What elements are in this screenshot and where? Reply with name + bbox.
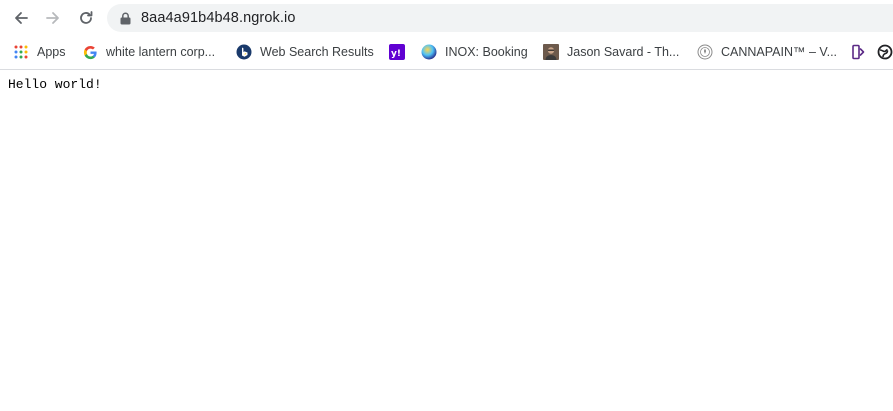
yahoo-icon: y! <box>389 44 405 60</box>
bookmark-label: INOX: Booking <box>445 45 528 59</box>
back-button[interactable] <box>7 4 35 32</box>
bookmark-label: white lantern corp... <box>106 45 216 59</box>
bookmark-apps[interactable]: Apps <box>13 41 66 63</box>
cannapain-icon <box>697 44 713 60</box>
bookmark-white-lantern[interactable]: white lantern corp... <box>82 41 215 63</box>
bookmark-inox-booking[interactable]: INOX: Booking <box>421 41 528 63</box>
browser-toolbar: 8aa4a91b4b48.ngrok.io <box>0 0 893 37</box>
bookmark-partial-icon <box>851 44 867 60</box>
browser-chrome: 8aa4a91b4b48.ngrok.io Apps white lantern… <box>0 0 893 70</box>
address-bar[interactable]: 8aa4a91b4b48.ngrok.io <box>107 4 893 32</box>
reload-button[interactable] <box>72 4 100 32</box>
bookmark-cannapain[interactable]: CANNAPAIN™ – V... <box>697 41 837 63</box>
forward-button[interactable] <box>39 4 67 32</box>
svg-text:y!: y! <box>391 49 401 59</box>
google-g-icon <box>82 44 98 60</box>
apps-grid-icon <box>13 44 29 60</box>
avatar-icon <box>543 44 559 60</box>
bookmark-label: CANNAPAIN™ – V... <box>721 45 838 59</box>
bookmark-label: Web Search Results <box>260 45 374 59</box>
reload-icon <box>80 11 93 24</box>
bookmark-globe[interactable] <box>877 41 893 63</box>
bookmark-label: Jason Savard - Th... <box>567 45 680 59</box>
page-content: Hello world! <box>0 70 893 411</box>
inox-logo-icon <box>421 44 437 60</box>
bookmark-yahoo[interactable]: y! <box>389 41 405 63</box>
hello-world-text: Hello world! <box>8 77 102 92</box>
bookmark-label: Apps <box>37 45 66 59</box>
url-text[interactable]: 8aa4a91b4b48.ngrok.io <box>141 10 295 26</box>
bookmarks-bar: Apps white lantern corp... Web Search Re… <box>0 38 893 66</box>
back-arrow-icon <box>15 12 28 24</box>
bookmark-web-search-results[interactable]: Web Search Results <box>236 41 374 63</box>
globe-icon <box>877 44 893 60</box>
lock-icon[interactable] <box>119 11 131 25</box>
bing-b-icon <box>236 44 252 60</box>
bookmark-partial[interactable] <box>851 41 867 63</box>
forward-arrow-icon <box>46 12 59 24</box>
bookmark-jason-savard[interactable]: Jason Savard - Th... <box>543 41 679 63</box>
